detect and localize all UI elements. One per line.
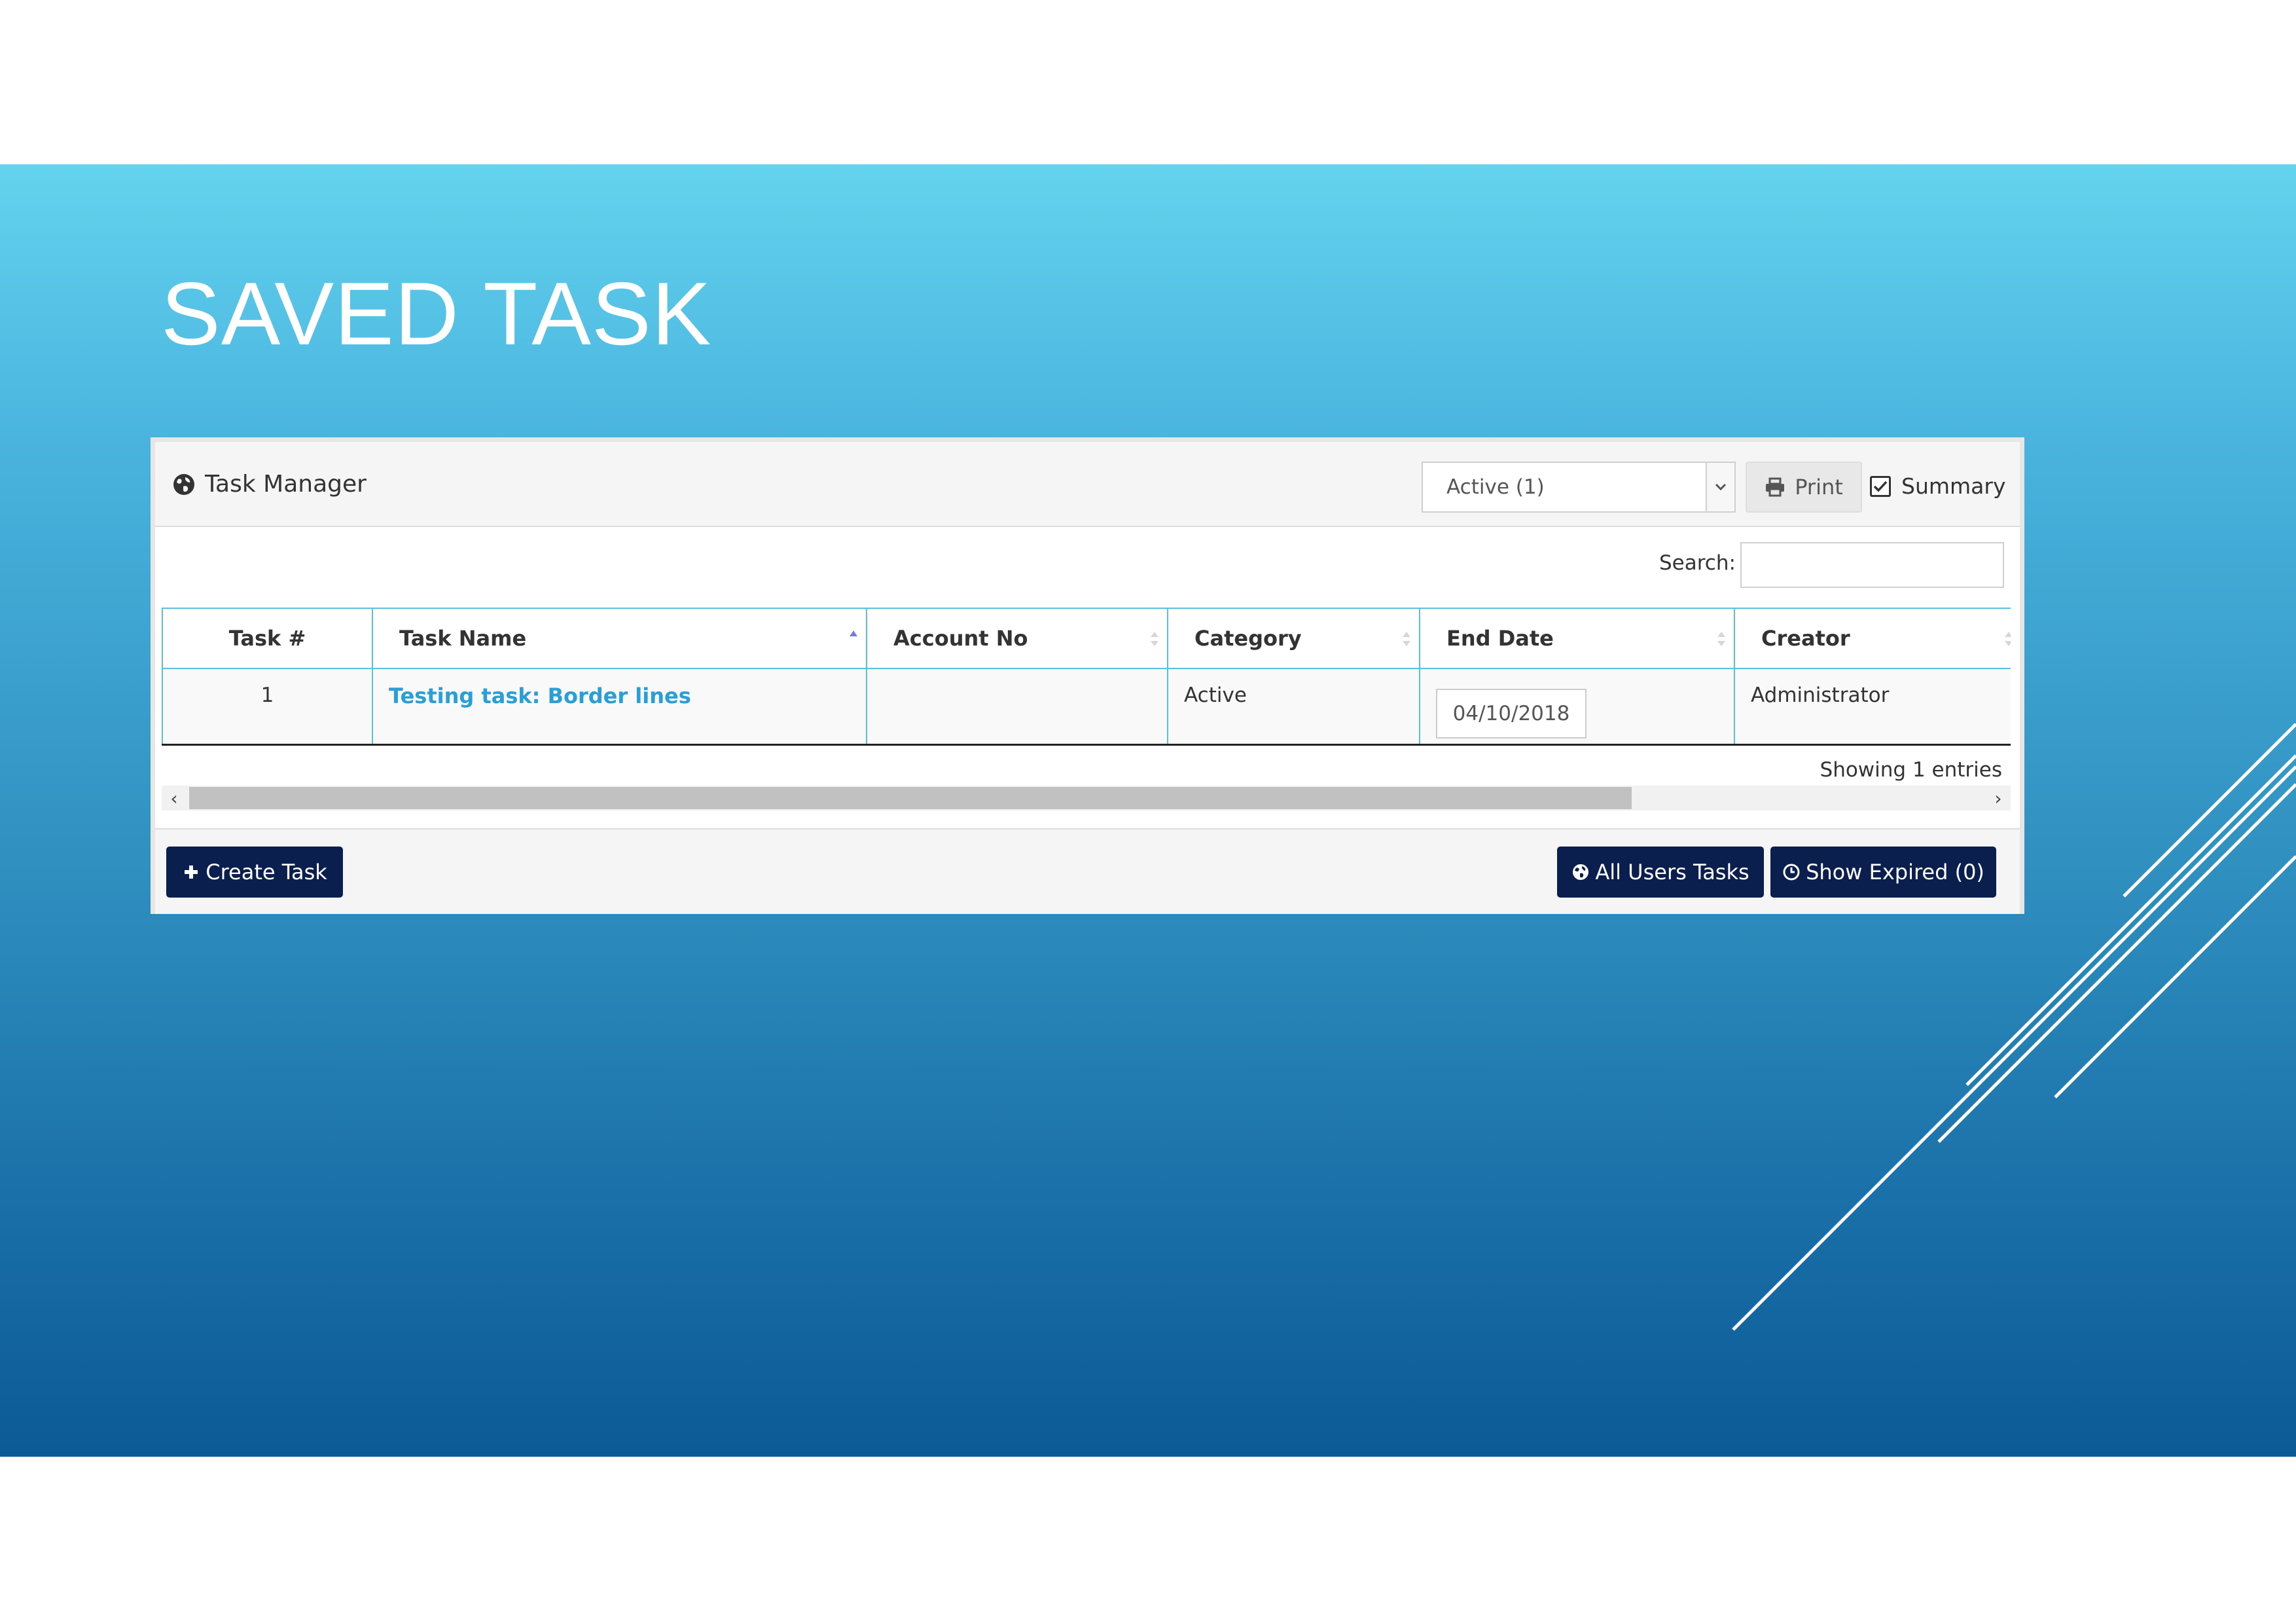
clock-icon [1783, 864, 1800, 881]
cell-creator: Administrator [1734, 668, 2011, 746]
globe-icon [173, 473, 194, 495]
panel-title-text: Task Manager [205, 471, 367, 498]
table-info: Showing 1 entries [1820, 758, 2002, 782]
column-header-label: End Date [1446, 626, 1554, 651]
summary-checkbox[interactable]: Summary [1870, 473, 2005, 499]
end-date-field[interactable]: 04/10/2018 [1436, 689, 1587, 739]
slide-title: SAVED TASK [161, 264, 712, 363]
globe-icon [1573, 864, 1589, 880]
print-label: Print [1795, 475, 1843, 500]
checkbox-checked-icon[interactable] [1870, 475, 1891, 497]
column-header-label: Creator [1761, 626, 1850, 651]
sort-both-icon [1717, 632, 1725, 646]
show-expired-label: Show Expired (0) [1806, 860, 1984, 884]
column-header-label: Category [1194, 626, 1302, 651]
status-filter-value: Active (1) [1446, 475, 1545, 499]
column-header-end-date[interactable]: End Date [1419, 608, 1734, 669]
cell-account-no [866, 668, 1168, 746]
printer-icon [1766, 477, 1785, 497]
print-button[interactable]: Print [1746, 462, 1862, 513]
task-table: Task # Task Name Account No Category End… [162, 608, 2011, 746]
chevron-down-icon[interactable] [1706, 463, 1734, 511]
sort-both-icon [1151, 632, 1158, 646]
column-header-label: Account No [893, 626, 1028, 651]
table-row[interactable]: 1 Testing task: Border lines Active 04/1… [162, 668, 2011, 746]
cell-end-date: 04/10/2018 [1419, 668, 1734, 746]
task-table-wrapper: Task # Task Name Account No Category End… [162, 608, 2011, 746]
sort-both-icon [1403, 632, 1410, 646]
cell-task-no: 1 [162, 668, 372, 746]
panel-footer: Create Task All Users Tasks Show Expired… [155, 828, 2020, 914]
plus-icon [185, 866, 198, 879]
search-label: Search: [1659, 551, 1736, 575]
slide-background: SAVED TASK Task Manager Active (1) Print… [0, 164, 2296, 1457]
sort-both-icon [2005, 632, 2011, 646]
create-task-button[interactable]: Create Task [166, 847, 343, 898]
panel-header: Task Manager Active (1) Print Summary [155, 442, 2020, 527]
table-header-row: Task # Task Name Account No Category End… [162, 608, 2011, 669]
status-filter-select[interactable]: Active (1) [1422, 462, 1736, 513]
horizontal-scrollbar[interactable]: ‹ › [162, 786, 2011, 811]
sort-ascending-icon [850, 630, 857, 636]
all-users-tasks-label: All Users Tasks [1595, 860, 1749, 884]
all-users-tasks-button[interactable]: All Users Tasks [1557, 847, 1764, 898]
column-header-task-name[interactable]: Task Name [372, 608, 867, 669]
cell-task-name: Testing task: Border lines [372, 668, 867, 746]
cell-category: Active [1167, 668, 1420, 746]
column-header-creator[interactable]: Creator [1734, 608, 2011, 669]
scrollbar-thumb[interactable] [189, 787, 1632, 809]
summary-label: Summary [1901, 473, 2006, 499]
column-header-category[interactable]: Category [1167, 608, 1420, 669]
show-expired-button[interactable]: Show Expired (0) [1770, 847, 1996, 898]
task-name-link[interactable]: Testing task: Border lines [389, 684, 691, 708]
chevron-right-icon[interactable]: › [1986, 786, 2011, 811]
column-header-task-no[interactable]: Task # [162, 608, 372, 669]
chevron-left-icon[interactable]: ‹ [162, 786, 187, 811]
column-header-label: Task Name [399, 626, 527, 651]
create-task-label: Create Task [206, 860, 327, 884]
task-manager-panel: Task Manager Active (1) Print Summary Se… [151, 437, 2024, 914]
column-header-account-no[interactable]: Account No [866, 608, 1168, 669]
panel-title: Task Manager [172, 471, 367, 498]
search-input[interactable] [1740, 542, 2004, 588]
